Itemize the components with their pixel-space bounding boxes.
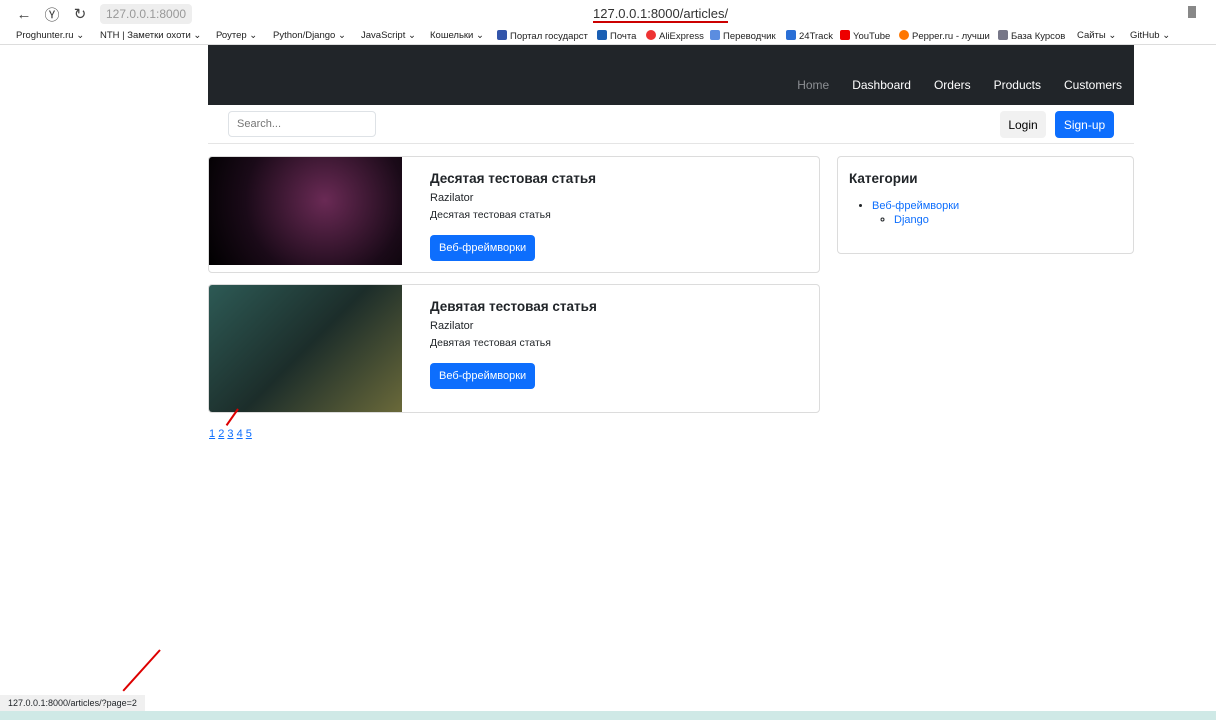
bookmark[interactable]: NTH | Заметки охоти ⌄ <box>100 30 201 41</box>
article-description: Девятая тестовая статья <box>430 337 551 349</box>
article-image[interactable] <box>209 157 402 265</box>
signup-button[interactable]: Sign-up <box>1055 111 1114 138</box>
category-button[interactable]: Веб-фреймворки <box>430 363 536 389</box>
article-author: Razilator <box>430 320 474 332</box>
page-link[interactable]: 3 <box>227 428 233 440</box>
bookmark[interactable]: Pepper.ru - лучши <box>899 30 990 42</box>
login-button[interactable]: Login <box>1000 111 1046 138</box>
article-image[interactable] <box>209 285 402 412</box>
bookmark-label: База Курсов <box>1011 31 1066 42</box>
bookmark[interactable]: Портал государст <box>497 30 588 42</box>
bookmark-label: Pepper.ru - лучши <box>912 31 990 42</box>
translate-icon <box>710 30 720 40</box>
bookmark[interactable]: AliExpress <box>646 30 704 42</box>
page-link[interactable]: 2 <box>218 428 224 440</box>
article-description: Десятая тестовая статья <box>430 209 551 221</box>
bookmark-label: AliExpress <box>659 31 704 42</box>
pagination: 1 2 3 4 5 <box>209 428 252 440</box>
subcategory-link[interactable]: Django <box>894 214 929 226</box>
page-link[interactable]: 5 <box>246 428 252 440</box>
feather-icon <box>998 30 1008 40</box>
nav-products[interactable]: Products <box>994 78 1041 92</box>
browser-toolbar: ← Ⓨ ↻ 127.0.0.1:8000 127.0.0.1:8000/arti… <box>0 0 1216 28</box>
bookmark[interactable]: YouTube <box>840 30 890 42</box>
pepper-icon <box>899 30 909 40</box>
page-link[interactable]: 4 <box>237 428 243 440</box>
aliexpress-icon <box>646 30 656 40</box>
search-row: Login Sign-up <box>208 105 1134 144</box>
nav-customers[interactable]: Customers <box>1064 78 1122 92</box>
bookmark-label: Портал государст <box>510 31 588 42</box>
nav-home[interactable]: Home <box>797 78 829 92</box>
flag-icon <box>497 30 507 40</box>
mail-icon <box>597 30 607 40</box>
bookmark-icon[interactable] <box>1188 6 1196 18</box>
bookmark[interactable]: 24Track <box>786 30 833 42</box>
bookmark-label: Почта <box>610 31 637 42</box>
bookmark[interactable]: Роутер ⌄ <box>216 30 257 41</box>
address-chip[interactable]: 127.0.0.1:8000 <box>100 4 193 24</box>
bookmark-label: 24Track <box>799 31 833 42</box>
category-button[interactable]: Веб-фреймворки <box>430 235 536 261</box>
nav-orders[interactable]: Orders <box>934 78 971 92</box>
article-author: Razilator <box>430 192 474 204</box>
bookmark[interactable]: Python/Django ⌄ <box>273 30 346 41</box>
article-title[interactable]: Десятая тестовая статья <box>430 171 596 186</box>
bookmark[interactable]: Proghunter.ru ⌄ <box>16 30 84 41</box>
search-input[interactable] <box>228 111 376 137</box>
categories-sidebar: Категории Веб-фреймворки Django <box>837 156 1134 254</box>
address-bar[interactable]: 127.0.0.1:8000/articles/ <box>593 6 729 23</box>
bookmark[interactable]: База Курсов <box>998 30 1065 42</box>
bookmark[interactable]: JavaScript ⌄ <box>361 30 416 41</box>
track-icon <box>786 30 796 40</box>
navbar: Home Dashboard Orders Products Customers <box>208 45 1134 105</box>
youtube-icon <box>840 30 850 40</box>
bookmarks-bar: Proghunter.ru ⌄ NTH | Заметки охоти ⌄ Ро… <box>0 28 1216 45</box>
bookmark[interactable]: Сайты ⌄ <box>1077 30 1116 41</box>
bookmark[interactable]: Кошельки ⌄ <box>430 30 484 41</box>
category-link[interactable]: Веб-фреймворки <box>872 200 959 212</box>
bookmark-label: YouTube <box>853 31 891 42</box>
page-link[interactable]: 1 <box>209 428 215 440</box>
bookmark[interactable]: Почта <box>597 30 636 42</box>
taskbar <box>0 711 1216 720</box>
sidebar-title: Категории <box>849 171 918 186</box>
bookmark[interactable]: Переводчик <box>710 30 776 42</box>
bookmark[interactable]: GitHub ⌄ <box>1130 30 1170 41</box>
bookmark-label: Переводчик <box>723 31 776 42</box>
annotation-arrow <box>122 649 161 692</box>
nav-dashboard[interactable]: Dashboard <box>852 78 911 92</box>
back-icon[interactable]: ← <box>10 6 38 23</box>
yandex-icon[interactable]: Ⓨ <box>38 4 66 25</box>
reload-icon[interactable]: ↻ <box>66 5 94 23</box>
article-card: Девятая тестовая статья Razilator Девята… <box>208 284 820 413</box>
article-title[interactable]: Девятая тестовая статья <box>430 299 597 314</box>
article-card: Десятая тестовая статья Razilator Десята… <box>208 156 820 273</box>
